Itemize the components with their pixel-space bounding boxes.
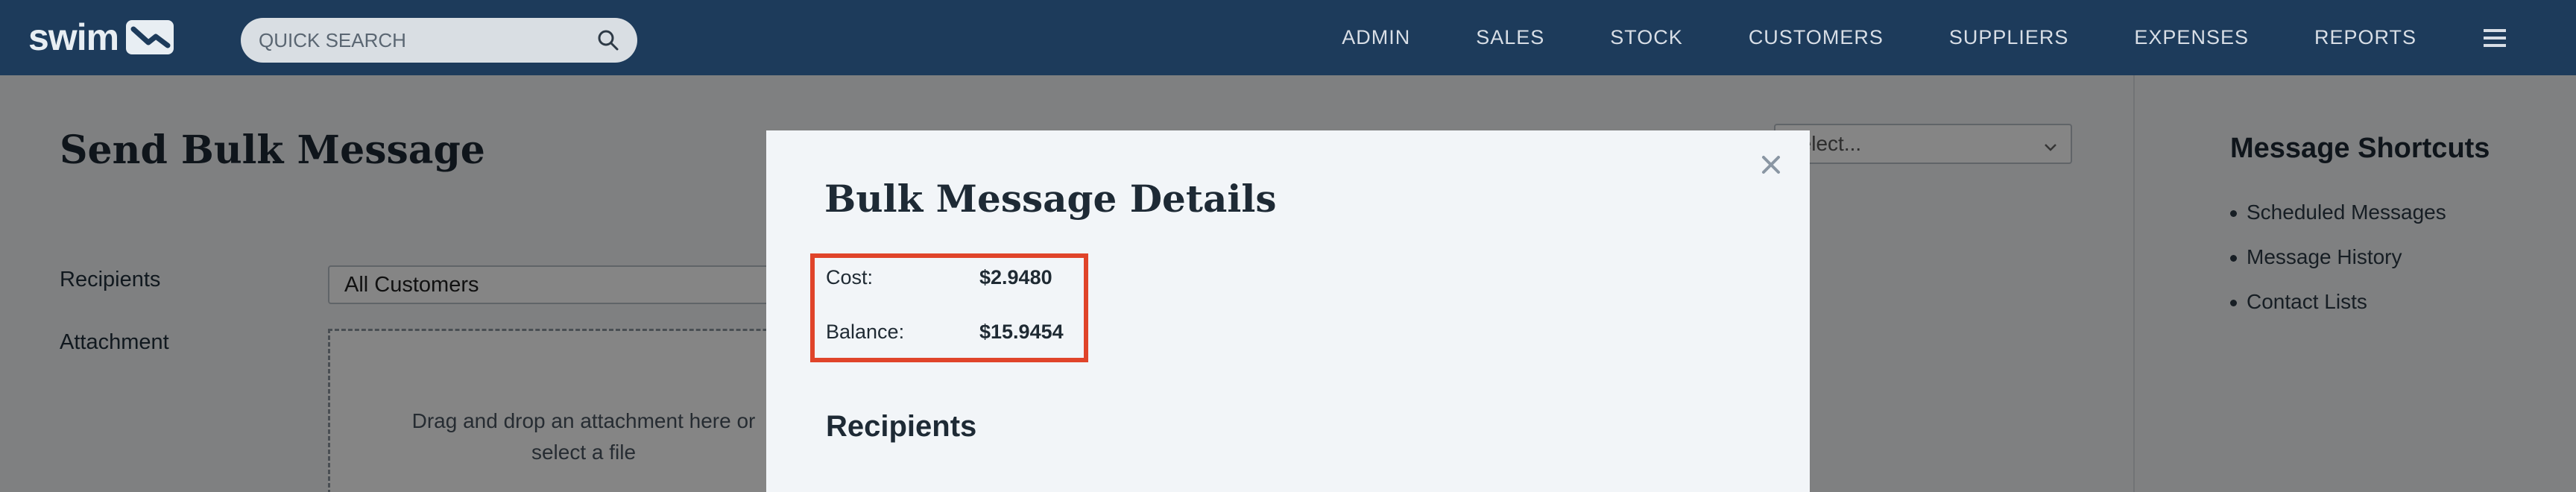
bulk-message-details-modal: Bulk Message Details Cost: $2.9480 Balan… (766, 130, 1810, 492)
nav-stock[interactable]: STOCK (1610, 26, 1683, 49)
cost-value: $2.9480 (979, 266, 1052, 288)
nav-suppliers[interactable]: SUPPLIERS (1949, 26, 2069, 49)
nav-reports[interactable]: REPORTS (2314, 26, 2416, 49)
nav-admin[interactable]: ADMIN (1342, 26, 1410, 49)
nav-expenses[interactable]: EXPENSES (2134, 26, 2249, 49)
cost-label: Cost: (826, 266, 874, 288)
swim-logo[interactable]: swim (28, 15, 174, 60)
quick-search[interactable] (241, 18, 637, 63)
main-nav: ADMIN SALES STOCK CUSTOMERS SUPPLIERS EX… (1342, 0, 2576, 75)
logo-text: swim (28, 16, 119, 58)
balance-label: Balance: (826, 321, 905, 343)
search-input[interactable] (259, 28, 597, 52)
top-navigation-bar: swim ADMIN SALES STOCK CUSTOMERS SUPPLIE… (0, 0, 2576, 75)
balance-value: $15.9454 (979, 321, 1064, 343)
logo-mark-icon (126, 20, 174, 54)
nav-sales[interactable]: SALES (1476, 26, 1544, 49)
nav-customers[interactable]: CUSTOMERS (1749, 26, 1884, 49)
search-icon[interactable] (597, 29, 619, 51)
modal-title: Bulk Message Details (824, 177, 1277, 221)
hamburger-menu-icon[interactable] (2482, 28, 2507, 48)
close-icon[interactable] (1758, 151, 1784, 178)
recipients-heading: Recipients (826, 410, 977, 443)
